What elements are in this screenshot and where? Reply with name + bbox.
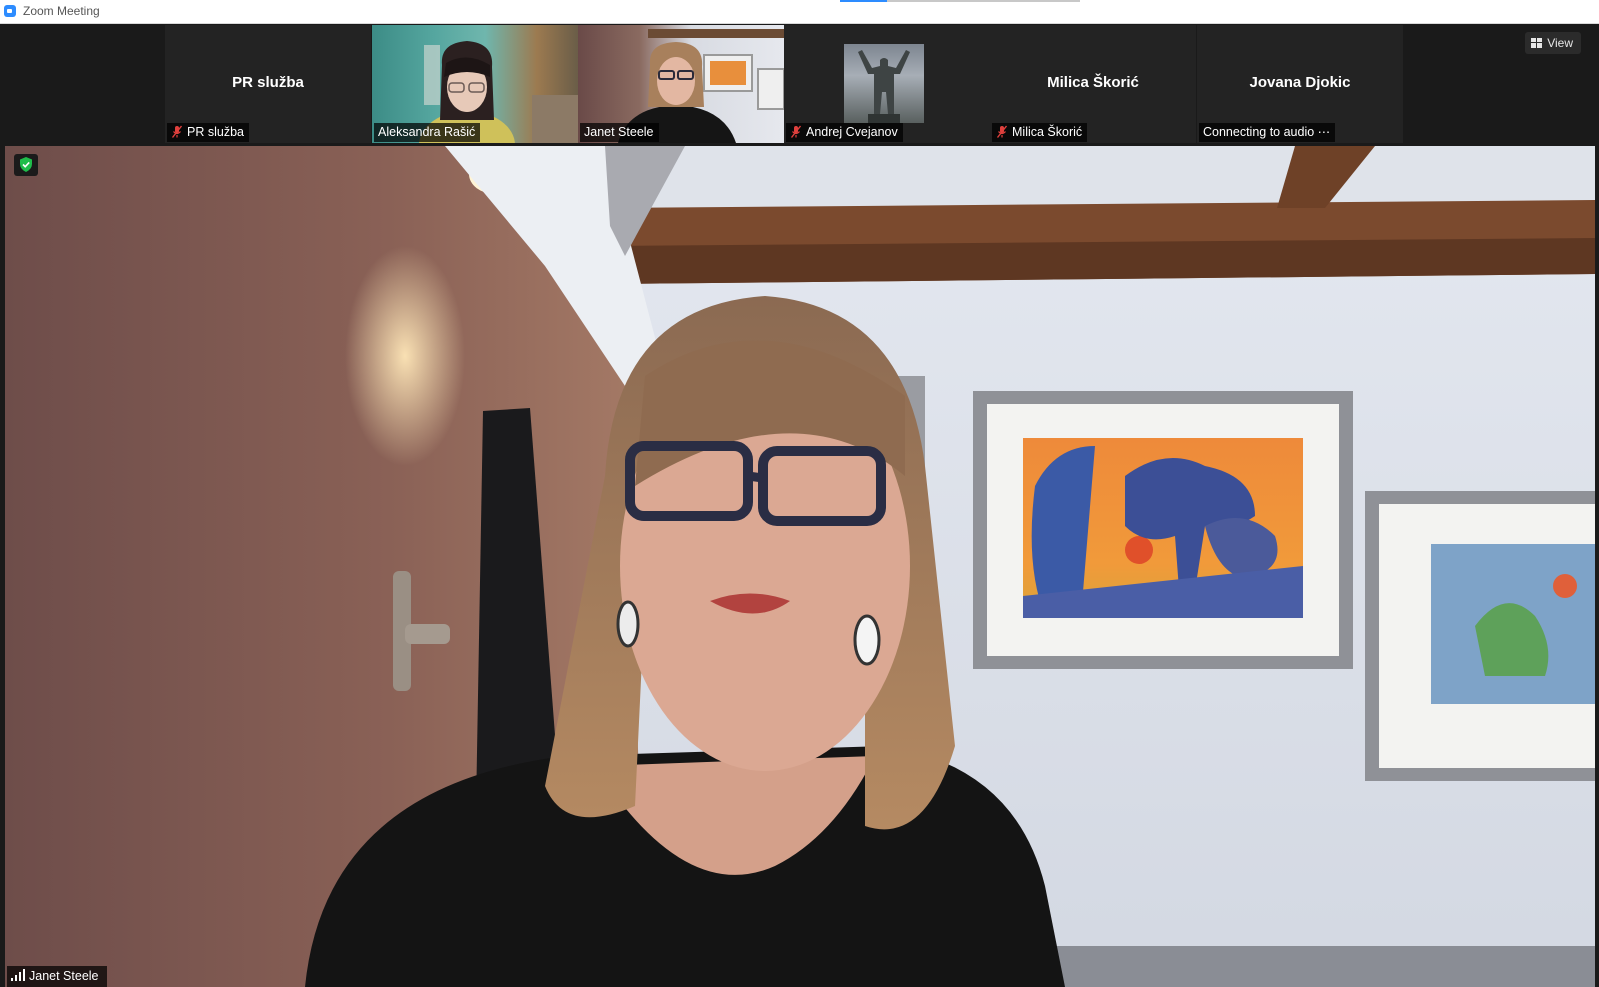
gallery-scroll-indicator[interactable]	[840, 0, 1080, 2]
participant-tile-milica-skoric[interactable]: Milica Škorić Milica Škorić	[990, 25, 1196, 143]
muted-mic-icon	[996, 125, 1008, 138]
participant-tile-aleksandra-rasic[interactable]: Aleksandra Rašić	[372, 25, 578, 143]
participant-name: Janet Steele	[584, 125, 654, 139]
participant-display-name: Jovana Djokic	[1249, 74, 1351, 91]
participant-name: Aleksandra Rašić	[378, 125, 476, 139]
active-speaker-name: Janet Steele	[29, 969, 99, 983]
participant-tile-andrej-cvejanov[interactable]: Andrej Cvejanov	[784, 25, 990, 143]
active-speaker-video[interactable]: Janet Steele	[5, 146, 1595, 987]
profile-picture	[844, 44, 924, 123]
window-title: Zoom Meeting	[23, 4, 100, 18]
connection-signal-icon	[11, 969, 25, 981]
muted-mic-icon	[790, 125, 802, 138]
participant-display-name: PR služba	[232, 74, 304, 91]
speaker-video-frame	[5, 146, 1595, 987]
participant-name-label: Aleksandra Rašić	[374, 123, 481, 142]
participant-name-label: Janet Steele	[580, 123, 659, 142]
grid-view-icon	[1531, 38, 1543, 48]
participant-name-label: Milica Škorić	[992, 123, 1088, 142]
view-button[interactable]: View	[1525, 32, 1581, 54]
participant-name: Andrej Cvejanov	[806, 125, 898, 139]
participant-name-label: Andrej Cvejanov	[786, 123, 903, 142]
participant-display-name: Milica Škorić	[1047, 74, 1139, 91]
participant-status-label: Connecting to audio ⋯	[1199, 123, 1336, 142]
connecting-audio-status: Connecting to audio ⋯	[1203, 125, 1331, 139]
participant-name: Milica Škorić	[1012, 125, 1083, 139]
encryption-shield-icon[interactable]	[14, 154, 38, 176]
window-title-bar: Zoom Meeting	[0, 0, 1599, 24]
zoom-app-icon	[4, 5, 16, 17]
participant-tile-janet-steele[interactable]: Janet Steele	[578, 25, 784, 143]
active-speaker-name-label: Janet Steele	[7, 966, 107, 987]
participant-name: PR služba	[187, 125, 244, 139]
participant-name-label: PR služba	[167, 123, 249, 142]
thumbnail-strip: PR služba PR služba Aleksandra Rašić Jan…	[0, 24, 1599, 145]
participant-tile-jovana-djokic[interactable]: Jovana Djokic Connecting to audio ⋯	[1197, 25, 1403, 143]
view-button-label: View	[1547, 36, 1573, 50]
muted-mic-icon	[171, 125, 183, 138]
participant-tile-pr-sluzba[interactable]: PR služba PR služba	[165, 25, 371, 143]
